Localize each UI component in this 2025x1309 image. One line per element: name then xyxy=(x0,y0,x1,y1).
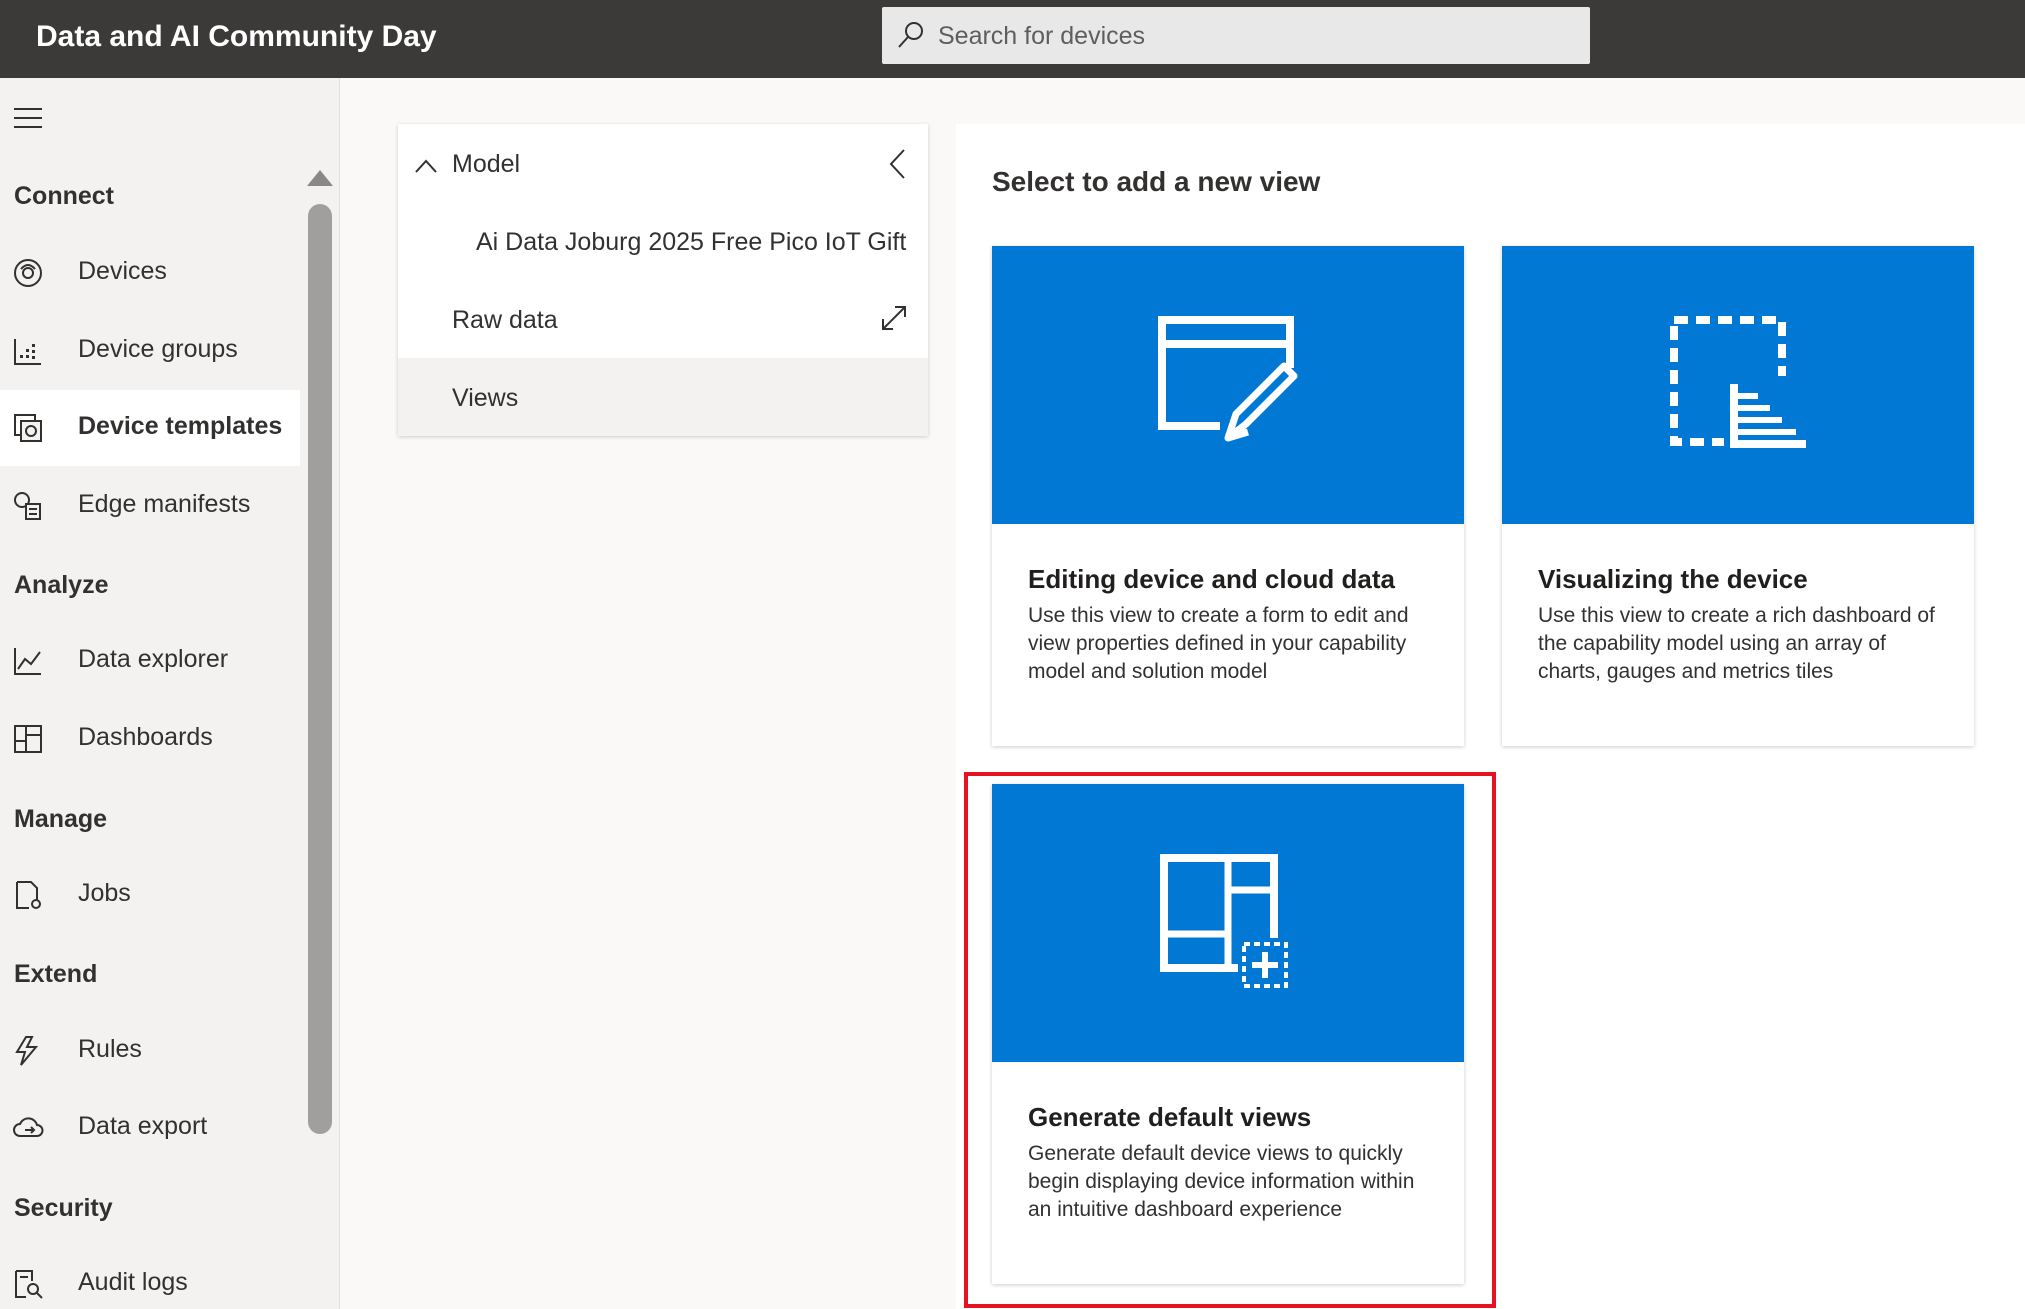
sidebar-item-devices[interactable]: Devices xyxy=(0,235,300,311)
search-box[interactable]: Search for devices xyxy=(882,7,1590,64)
rules-icon xyxy=(15,1036,39,1066)
card-title: Visualizing the device xyxy=(1538,564,1808,594)
chevron-left-icon[interactable] xyxy=(888,148,908,180)
devices-icon xyxy=(14,259,42,287)
card-art xyxy=(992,246,1464,524)
section-extend: Extend xyxy=(14,960,98,988)
cloud-export-icon xyxy=(13,1117,44,1137)
sidebar-item-device-groups[interactable]: Device groups xyxy=(0,313,300,389)
audit-logs-icon xyxy=(15,1270,43,1299)
sidebar-item-data-explorer[interactable]: Data explorer xyxy=(0,623,300,699)
sidebar-item-label: Audit logs xyxy=(78,1268,188,1296)
device-templates-icon xyxy=(14,414,42,442)
dashboard-icon xyxy=(14,725,42,753)
section-manage: Manage xyxy=(14,805,108,833)
model-panel: Model Ai Data Joburg 2025 Free Pico IoT … xyxy=(398,124,928,436)
page-title: Select to add a new view xyxy=(992,166,1321,197)
raw-data-item[interactable]: Raw data xyxy=(452,306,558,335)
expand-icon[interactable] xyxy=(880,304,908,332)
sidebar-item-audit-logs[interactable]: Audit logs xyxy=(0,1246,300,1309)
sidebar-item-data-export[interactable]: Data export xyxy=(0,1090,300,1166)
line-chart-icon xyxy=(14,648,41,675)
card-visualizing-the-device[interactable]: Visualizing the device Use this view to … xyxy=(1502,246,1974,746)
sidebar-item-dashboards[interactable]: Dashboards xyxy=(0,701,300,777)
section-analyze: Analyze xyxy=(14,571,109,599)
dashboard-visualize-icon xyxy=(1670,316,1808,452)
card-art xyxy=(1502,246,1974,524)
card-description: Use this view to create a form to edit a… xyxy=(1028,604,1409,683)
sidebar-item-label: Rules xyxy=(78,1035,142,1063)
sidebar-item-edge-manifests[interactable]: Edge manifests xyxy=(0,468,300,544)
sidebar: Connect Devices Device groups Device tem… xyxy=(0,78,340,1309)
sidebar-item-label: Device groups xyxy=(78,335,238,363)
form-edit-icon xyxy=(1158,316,1298,442)
sidebar-item-device-templates[interactable]: Device templates xyxy=(0,390,300,466)
sidebar-scrollbar[interactable] xyxy=(308,204,332,1134)
sidebar-item-jobs[interactable]: Jobs xyxy=(0,857,300,933)
top-bar: Data and AI Community Day Search for dev… xyxy=(0,0,2025,78)
section-security: Security xyxy=(14,1194,113,1222)
views-item-label: Views xyxy=(452,384,519,412)
jobs-icon xyxy=(16,881,41,909)
scroll-up-arrow-icon[interactable] xyxy=(307,170,333,186)
sidebar-item-label: Devices xyxy=(78,257,167,285)
search-input[interactable]: Search for devices xyxy=(938,22,1145,51)
card-editing-device-and-cloud-data[interactable]: Editing device and cloud data Use this v… xyxy=(992,246,1464,746)
highlight-box xyxy=(964,772,1496,1308)
sidebar-item-rules[interactable]: Rules xyxy=(0,1013,300,1089)
model-heading[interactable]: Model xyxy=(452,150,520,179)
card-description: Use this view to create a rich dashboard… xyxy=(1538,604,1935,683)
sidebar-item-label: Dashboards xyxy=(78,723,213,751)
sidebar-item-label: Device templates xyxy=(78,412,283,440)
views-item[interactable]: Views xyxy=(398,358,928,436)
section-connect: Connect xyxy=(14,182,114,210)
sidebar-item-label: Jobs xyxy=(78,879,131,907)
card-title: Editing device and cloud data xyxy=(1028,564,1395,594)
hamburger-menu-icon[interactable] xyxy=(14,108,44,130)
sidebar-item-label: Data export xyxy=(78,1112,208,1140)
chevron-up-icon[interactable] xyxy=(414,158,438,174)
edge-manifests-icon xyxy=(14,492,41,520)
device-groups-icon xyxy=(14,339,41,365)
app-title[interactable]: Data and AI Community Day xyxy=(36,20,437,54)
search-icon xyxy=(898,22,923,48)
model-template-item[interactable]: Ai Data Joburg 2025 Free Pico IoT Gift xyxy=(476,228,906,257)
sidebar-item-label: Data explorer xyxy=(78,645,229,673)
sidebar-item-label: Edge manifests xyxy=(78,490,251,518)
